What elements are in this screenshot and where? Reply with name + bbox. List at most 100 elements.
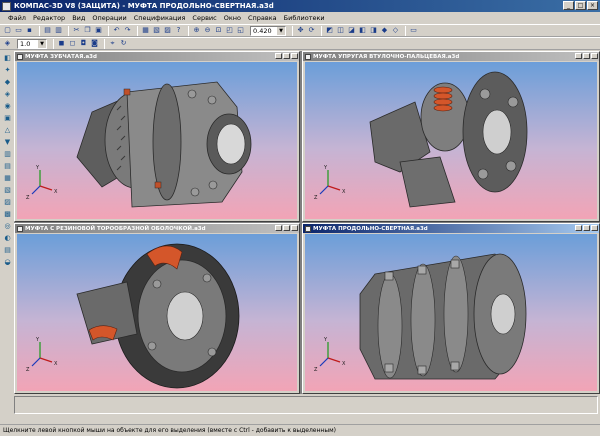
solid-ops-icon[interactable]: ◉ bbox=[3, 102, 12, 111]
properties-icon[interactable]: ▧ bbox=[152, 26, 161, 35]
paste-icon[interactable]: ▣ bbox=[94, 26, 103, 35]
zoom-in-icon[interactable]: ⊕ bbox=[192, 26, 201, 35]
sketch-icon[interactable]: ◆ bbox=[3, 78, 12, 87]
document-window-gear-coupling[interactable]: МУФТА ЗУБЧАТАЯ.a3d Y X Z bbox=[14, 51, 300, 222]
document-title-bar[interactable]: МУФТА С РЕЗИНОВОЙ ТОРООБРАЗНОЙ ОБОЛОЧКОЙ… bbox=[15, 224, 299, 233]
3d-viewport[interactable]: Y X Z bbox=[305, 62, 597, 219]
menu-specification[interactable]: Спецификация bbox=[134, 14, 186, 22]
doc-maximize-button[interactable] bbox=[583, 225, 590, 231]
shaded-icon[interactable]: ◨ bbox=[369, 26, 378, 35]
doc-minimize-button[interactable] bbox=[275, 225, 282, 231]
minimize-button[interactable]: _ bbox=[563, 1, 574, 10]
snap-icon[interactable]: ⌖ bbox=[108, 39, 117, 48]
svg-text:Z: Z bbox=[26, 367, 30, 373]
dimensions-icon[interactable]: ◈ bbox=[3, 90, 12, 99]
geometry-icon[interactable]: ✦ bbox=[3, 66, 12, 75]
doc-close-button[interactable] bbox=[291, 225, 298, 231]
separator bbox=[104, 38, 105, 49]
wireframe-icon[interactable]: ◫ bbox=[336, 26, 345, 35]
menu-help[interactable]: Справка bbox=[248, 14, 277, 22]
preview-icon[interactable]: ▥ bbox=[54, 26, 63, 35]
section-icon[interactable]: ▭ bbox=[409, 26, 418, 35]
zoom-out-icon[interactable]: ⊖ bbox=[203, 26, 212, 35]
3d-viewport[interactable]: Y X Z bbox=[17, 62, 297, 219]
aux-geometry-icon[interactable]: △ bbox=[3, 126, 12, 135]
open-file-icon[interactable]: ▭ bbox=[14, 26, 23, 35]
sheet-metal-icon[interactable]: ▦ bbox=[3, 174, 12, 183]
close-button[interactable]: × bbox=[587, 1, 598, 10]
hidden-lines-icon[interactable]: ◪ bbox=[347, 26, 356, 35]
manager-icon[interactable]: ▨ bbox=[163, 26, 172, 35]
rotate-icon[interactable]: ⟳ bbox=[307, 26, 316, 35]
part-icon[interactable]: ◼ bbox=[57, 39, 66, 48]
current-state-toolbar: ◈ 1.0 ▼ ◼ ◻ ◘ ◙ ⌖ ↻ bbox=[0, 37, 600, 50]
document-title-bar[interactable]: МУФТА ЗУБЧАТАЯ.a3d bbox=[15, 52, 299, 61]
document-title-bar[interactable]: МУФТА ПРОДОЛЬНО-СВЕРТНАЯ.a3d bbox=[303, 224, 599, 233]
doc-minimize-button[interactable] bbox=[275, 53, 282, 59]
menu-editor[interactable]: Редактор bbox=[33, 14, 65, 22]
zoom-combo[interactable]: 0.420 ▼ bbox=[250, 25, 286, 36]
print-icon[interactable]: ▤ bbox=[3, 246, 12, 255]
edit-icon[interactable]: ◧ bbox=[3, 54, 12, 63]
document-window-bushing-pin-coupling[interactable]: МУФТА УПРУГАЯ ВТУЛОЧНО-ПАЛЬЦЕВАЯ.a3d Y X… bbox=[302, 51, 600, 222]
shaded-edges-icon[interactable]: ◆ bbox=[380, 26, 389, 35]
diagnostics-icon[interactable]: ◒ bbox=[3, 258, 12, 267]
doc-close-button[interactable] bbox=[291, 53, 298, 59]
new-file-icon[interactable]: ▢ bbox=[3, 26, 12, 35]
doc-maximize-button[interactable] bbox=[583, 53, 590, 59]
doc-close-button[interactable] bbox=[591, 225, 598, 231]
property-bar[interactable] bbox=[14, 396, 598, 414]
redo-icon[interactable]: ↷ bbox=[123, 26, 132, 35]
perspective-icon[interactable]: ◇ bbox=[391, 26, 400, 35]
save-icon[interactable]: ▪ bbox=[25, 26, 34, 35]
menu-view[interactable]: Вид bbox=[72, 14, 85, 22]
3d-viewport[interactable]: Y X Z bbox=[305, 234, 597, 391]
menu-service[interactable]: Сервис bbox=[192, 14, 216, 22]
assembly-icon[interactable]: ◻ bbox=[68, 39, 77, 48]
doc-minimize-button[interactable] bbox=[575, 53, 582, 59]
doc-close-button[interactable] bbox=[591, 53, 598, 59]
report-icon[interactable]: ▨ bbox=[3, 198, 12, 207]
orientation-icon[interactable]: ◩ bbox=[325, 26, 334, 35]
menu-window[interactable]: Окно bbox=[224, 14, 241, 22]
axis-triad-icon bbox=[31, 170, 53, 195]
doc-maximize-button[interactable] bbox=[283, 53, 290, 59]
menu-libraries[interactable]: Библиотеки bbox=[284, 14, 325, 22]
specification-icon[interactable]: ▧ bbox=[3, 186, 12, 195]
help-icon[interactable]: ? bbox=[174, 26, 183, 35]
select-icon[interactable]: ▼ bbox=[3, 138, 12, 147]
zoom-all-icon[interactable]: ◰ bbox=[225, 26, 234, 35]
scale-combo[interactable]: 1.0 ▼ bbox=[17, 38, 47, 49]
grid-icon[interactable]: ▦ bbox=[141, 26, 150, 35]
surface-icon[interactable]: ▤ bbox=[3, 162, 12, 171]
edit-in-place-icon[interactable]: ◙ bbox=[90, 39, 99, 48]
pan-icon[interactable]: ✥ bbox=[296, 26, 305, 35]
doc-minimize-button[interactable] bbox=[575, 225, 582, 231]
rebuild-icon[interactable]: ↻ bbox=[119, 39, 128, 48]
document-title: МУФТА ПРОДОЛЬНО-СВЕРТНАЯ.a3d bbox=[313, 225, 428, 232]
menu-operations[interactable]: Операции bbox=[92, 14, 126, 22]
app-icon bbox=[2, 1, 11, 11]
print-icon[interactable]: ▤ bbox=[43, 26, 52, 35]
svg-text:Y: Y bbox=[35, 337, 40, 343]
measure-icon[interactable]: ▥ bbox=[3, 150, 12, 159]
mates-icon[interactable]: ◐ bbox=[3, 234, 12, 243]
document-window-rubber-torus-coupling[interactable]: МУФТА С РЕЗИНОВОЙ ТОРООБРАЗНОЙ ОБОЛОЧКОЙ… bbox=[14, 223, 300, 394]
zoom-dynamic-icon[interactable]: ◱ bbox=[236, 26, 245, 35]
zoom-window-icon[interactable]: ⊡ bbox=[214, 26, 223, 35]
thin-hidden-icon[interactable]: ◧ bbox=[358, 26, 367, 35]
assembly-tools-icon[interactable]: ◎ bbox=[3, 222, 12, 231]
doc-maximize-button[interactable] bbox=[283, 225, 290, 231]
layer-icon[interactable]: ◈ bbox=[3, 39, 12, 48]
arrays-icon[interactable]: ▣ bbox=[3, 114, 12, 123]
cut-icon[interactable]: ✂ bbox=[72, 26, 81, 35]
menu-file[interactable]: Файл bbox=[8, 14, 26, 22]
component-icon[interactable]: ◘ bbox=[79, 39, 88, 48]
document-window-split-coupling[interactable]: МУФТА ПРОДОЛЬНО-СВЕРТНАЯ.a3d Y X Z bbox=[302, 223, 600, 394]
maximize-button[interactable]: □ bbox=[575, 1, 586, 10]
copy-icon[interactable]: ❐ bbox=[83, 26, 92, 35]
document-title-bar[interactable]: МУФТА УПРУГАЯ ВТУЛОЧНО-ПАЛЬЦЕВАЯ.a3d bbox=[303, 52, 599, 61]
library-icon[interactable]: ▩ bbox=[3, 210, 12, 219]
undo-icon[interactable]: ↶ bbox=[112, 26, 121, 35]
3d-viewport[interactable]: Y X Z bbox=[17, 234, 297, 391]
